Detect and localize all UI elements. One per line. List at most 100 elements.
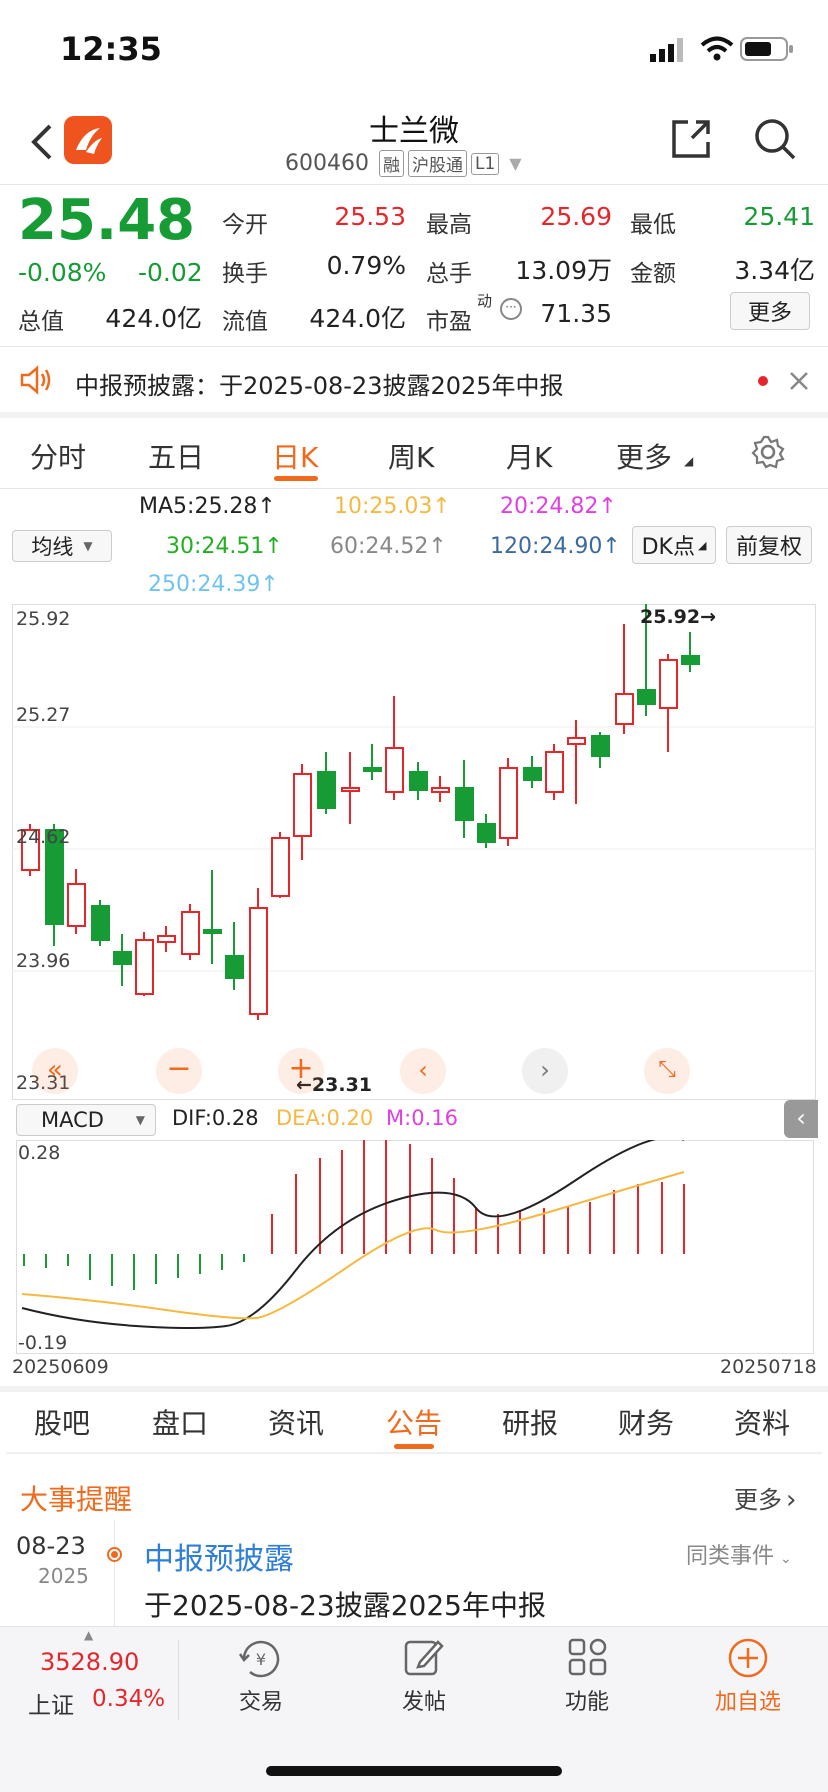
candle-body [67, 883, 86, 927]
ma10-value: 10:25.03↑ [334, 494, 451, 519]
active-tab-indicator [274, 476, 318, 481]
tab-more[interactable]: 更多 [616, 436, 672, 476]
tab-daily-k[interactable]: 日K [272, 436, 318, 476]
index-value[interactable]: 3528.90 [40, 1648, 139, 1676]
back-icon[interactable] [28, 122, 54, 162]
index-name[interactable]: 上证 [28, 1686, 74, 1720]
unread-dot [758, 376, 768, 386]
collapse-panel-icon[interactable]: ‹ [784, 1100, 818, 1138]
turnover-label: 换手 [222, 261, 268, 287]
candle-body [567, 737, 586, 745]
zoom-in-icon[interactable]: + [278, 1048, 324, 1094]
nav-post[interactable]: 发帖 [364, 1684, 484, 1716]
close-icon[interactable] [788, 370, 810, 392]
change-amount: -0.02 [138, 258, 203, 287]
high-label: 最高 [426, 212, 472, 238]
candle-body [249, 907, 268, 1015]
rewind-icon[interactable]: « [32, 1048, 78, 1094]
low-value: 25.41 [743, 202, 815, 231]
amount-value: 3.34亿 [734, 256, 815, 285]
nav-trade[interactable]: 交易 [201, 1684, 321, 1716]
tab-news[interactable]: 资讯 [268, 1402, 324, 1442]
trade-icon[interactable]: ¥ [238, 1636, 284, 1680]
timeline-dot [107, 1547, 122, 1562]
macd-chart[interactable] [16, 1140, 814, 1354]
change-percent: -0.08% [18, 258, 107, 287]
tag-margin: 融 [378, 150, 404, 177]
volume-label: 总手 [426, 261, 472, 287]
pe-label: 市盈 [426, 309, 472, 335]
grid-icon[interactable] [566, 1636, 610, 1680]
app-logo [64, 116, 112, 164]
kline-chart[interactable] [12, 604, 816, 1100]
dea-line [21, 1171, 685, 1320]
open-label: 今开 [222, 212, 268, 238]
gear-icon[interactable] [750, 434, 786, 470]
macd-selector[interactable]: MACD ▼ [16, 1104, 156, 1136]
ma30-value: 30:24.51↑ [166, 534, 283, 559]
zoom-out-icon[interactable]: − [156, 1048, 202, 1094]
events-more-link[interactable]: 更多 › [734, 1480, 796, 1515]
event-title[interactable]: 中报预披露 [144, 1534, 294, 1578]
step-forward-icon[interactable]: › [522, 1048, 568, 1094]
tab-weekly-k[interactable]: 周K [388, 436, 434, 476]
candle-body [591, 735, 610, 757]
compose-icon[interactable] [402, 1636, 446, 1680]
ma60-value: 60:24.52↑ [330, 534, 447, 559]
adjust-price-button[interactable]: 前复权 [726, 526, 812, 564]
fullscreen-icon[interactable]: ⤡ [644, 1048, 690, 1094]
ma250-value: 250:24.39↑ [148, 572, 279, 597]
stock-name: 士兰微 [369, 114, 459, 149]
nav-functions[interactable]: 功能 [527, 1684, 647, 1716]
amount-label: 金额 [630, 261, 676, 287]
tab-forum[interactable]: 股吧 [34, 1402, 90, 1442]
tab-orderbook[interactable]: 盘口 [152, 1402, 208, 1442]
status-bar: 12:35 [0, 0, 828, 100]
search-icon[interactable] [752, 116, 798, 162]
macd-dif: DIF:0.28 [172, 1106, 259, 1130]
active-tab-indicator [394, 1444, 434, 1449]
tab-monthly-k[interactable]: 月K [506, 436, 552, 476]
notice-bar[interactable]: 中报预披露：于2025-08-23披露2025年中报 [0, 348, 828, 412]
macd-m: M:0.16 [386, 1106, 458, 1130]
dk-point-button[interactable]: DK点 ◢ [632, 526, 716, 564]
candle-body [271, 837, 290, 897]
ma-selector[interactable]: 均线 ▼ [12, 530, 112, 562]
similar-events-link[interactable]: 同类事件 ⌄ [686, 1538, 792, 1570]
date-end: 20250718 [720, 1356, 817, 1378]
chevron-down-icon: ⌄ [780, 1551, 792, 1567]
share-icon[interactable] [668, 116, 714, 162]
macd-bottom-label: -0.19 [18, 1332, 68, 1354]
tab-five-day[interactable]: 五日 [148, 436, 204, 476]
y-label-4: 23.96 [16, 950, 71, 972]
dropdown-arrow-icon: ▼ [135, 1113, 145, 1127]
candle-body [615, 693, 634, 725]
index-pct[interactable]: 0.34% [92, 1686, 165, 1712]
more-dots-icon[interactable]: ··· [500, 298, 522, 320]
signal-icon [650, 38, 683, 62]
y-label-max: 25.92 [16, 608, 71, 630]
turnover-value: 0.79% [326, 251, 406, 280]
svg-text:¥: ¥ [256, 1650, 266, 1669]
chevron-down-icon[interactable]: ▼ [509, 154, 521, 173]
status-time: 12:35 [60, 30, 162, 68]
tab-intraday[interactable]: 分时 [30, 436, 86, 476]
step-back-icon[interactable]: ‹ [400, 1048, 446, 1094]
current-price: 25.48 [18, 188, 196, 253]
tab-research[interactable]: 研报 [502, 1402, 558, 1442]
wifi-icon [700, 36, 734, 61]
stock-code-row: 600460 融 沪股通 L1 ▼ [285, 150, 522, 177]
open-value: 25.53 [334, 202, 406, 231]
candle-body [477, 823, 496, 843]
more-button[interactable]: 更多 [730, 292, 810, 330]
nav-add-watchlist[interactable]: 加自选 [688, 1684, 808, 1716]
battery-icon [740, 37, 793, 61]
candle-body [545, 751, 564, 793]
speaker-icon [20, 365, 51, 395]
tab-profile[interactable]: 资料 [734, 1402, 790, 1442]
tab-financials[interactable]: 财务 [618, 1402, 674, 1442]
tab-announcements[interactable]: 公告 [386, 1402, 442, 1442]
event-year: 2025 [38, 1564, 89, 1588]
y-label-3: 24.62 [16, 826, 71, 848]
add-circle-icon[interactable] [726, 1636, 770, 1680]
